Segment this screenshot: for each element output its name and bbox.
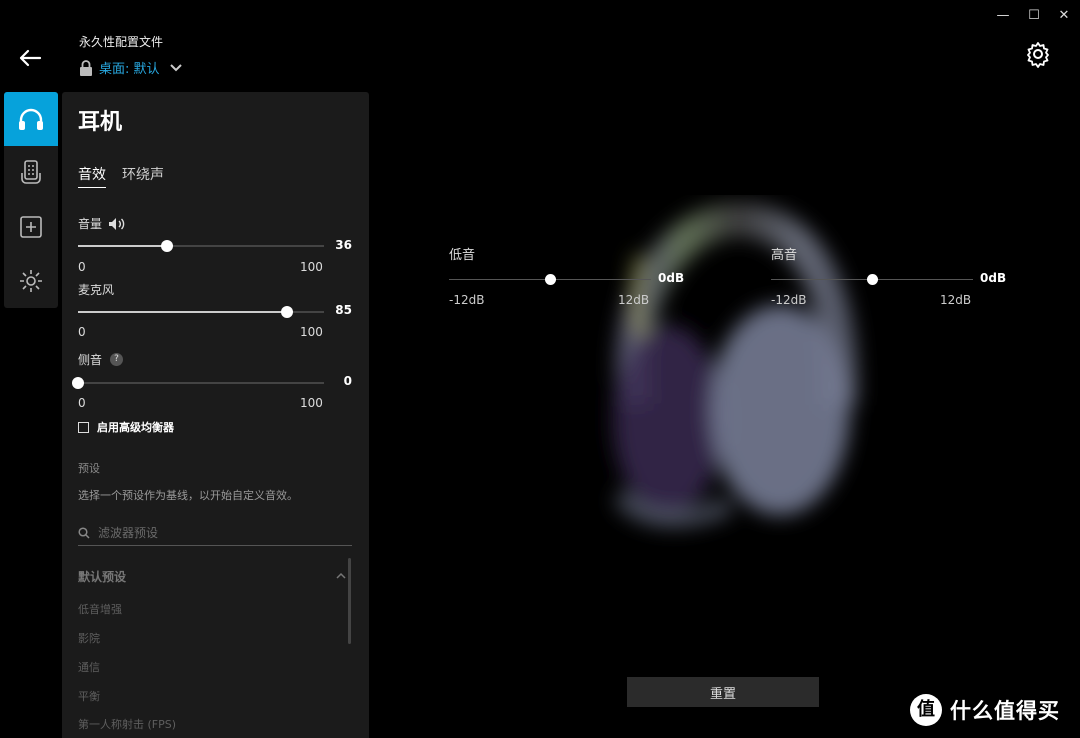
back-button[interactable] xyxy=(14,42,46,74)
volume-label: 音量 xyxy=(78,217,103,231)
treble-min: -12dB xyxy=(771,293,807,307)
rail-item-add[interactable] xyxy=(4,200,58,254)
close-button[interactable]: ✕ xyxy=(1050,6,1078,26)
chevron-up-icon xyxy=(336,572,346,579)
treble-max: 12dB xyxy=(940,293,972,307)
profile-title: 永久性配置文件 xyxy=(79,35,164,49)
rail-item-lighting[interactable] xyxy=(4,254,58,308)
preset-description: 选择一个预设作为基线，以开始自定义音效。 xyxy=(78,489,298,502)
sidetone-slider[interactable] xyxy=(72,377,324,389)
mic-slider[interactable] xyxy=(78,306,324,318)
advanced-eq-checkbox[interactable]: 启用高级均衡器 xyxy=(78,419,174,435)
search-placeholder: 滤波器预设 xyxy=(98,526,159,540)
watermark-logo-icon: 值 xyxy=(910,694,942,726)
device-nav-rail xyxy=(4,92,58,308)
volume-slider-thumb[interactable] xyxy=(161,240,173,252)
volume-max: 100 xyxy=(300,260,323,274)
mic-slider-thumb[interactable] xyxy=(281,306,293,318)
speaker-icon xyxy=(109,217,125,230)
sidetone-value: 0 xyxy=(343,374,352,388)
lock-icon xyxy=(80,59,92,76)
settings-button[interactable] xyxy=(1024,40,1052,68)
preset-group-header[interactable]: 默认预设 xyxy=(78,568,346,585)
rail-item-headphones[interactable] xyxy=(4,92,58,146)
tab-sound-effects[interactable]: 音效 xyxy=(78,164,106,188)
volume-slider[interactable] xyxy=(78,240,324,252)
chevron-down-icon xyxy=(169,63,182,71)
bass-value: 0dB xyxy=(658,271,685,285)
mic-max: 100 xyxy=(300,325,323,339)
checkbox-box[interactable] xyxy=(78,421,89,433)
profile-selector[interactable]: 桌面: 默认 xyxy=(79,58,182,77)
preset-item[interactable]: 平衡 xyxy=(78,688,100,704)
treble-value: 0dB xyxy=(980,271,1007,285)
sidetone-label: 侧音 xyxy=(78,353,103,367)
bass-slider-thumb[interactable] xyxy=(545,274,556,285)
preset-item[interactable]: 第一人称射击 (FPS) xyxy=(78,716,176,732)
preset-scrollbar[interactable] xyxy=(348,558,351,644)
watermark-text: 什么值得买 xyxy=(950,699,1060,723)
bass-min: -12dB xyxy=(449,293,485,307)
volume-label-row: 音量 xyxy=(78,215,126,232)
headphones-icon xyxy=(19,108,43,130)
arrow-left-icon xyxy=(19,49,42,67)
mic-slider-fill xyxy=(78,311,287,313)
preset-search-field[interactable]: 滤波器预设 xyxy=(78,520,352,546)
preset-item[interactable]: 低音增强 xyxy=(78,601,122,617)
panel-title: 耳机 xyxy=(78,110,123,135)
help-icon[interactable]: ? xyxy=(110,353,124,366)
volume-value: 36 xyxy=(335,238,352,252)
gear-icon xyxy=(1027,42,1049,68)
volume-slider-fill xyxy=(78,245,167,247)
minimize-button[interactable]: — xyxy=(989,6,1017,26)
treble-label: 高音 xyxy=(771,248,798,263)
headset-settings-panel: 耳机 音效 环绕声 音量 36 0 100 麦克风 85 0 100 侧音 ? … xyxy=(62,92,369,738)
advanced-eq-label: 启用高级均衡器 xyxy=(97,421,174,434)
volume-min: 0 xyxy=(78,260,86,274)
rail-item-device[interactable] xyxy=(4,146,58,200)
bass-slider[interactable] xyxy=(449,274,651,285)
mic-value: 85 xyxy=(335,303,352,317)
mic-min: 0 xyxy=(78,325,86,339)
device-remote-icon xyxy=(21,160,41,184)
reset-button[interactable]: 重置 xyxy=(627,677,819,707)
sidetone-label-row: 侧音 ? xyxy=(78,351,124,368)
bass-label: 低音 xyxy=(449,248,476,263)
tab-surround[interactable]: 环绕声 xyxy=(122,164,164,184)
search-icon xyxy=(78,526,90,539)
maximize-button[interactable]: ☐ xyxy=(1020,6,1048,26)
preset-item[interactable]: 通信 xyxy=(78,659,100,675)
headset-image xyxy=(580,195,880,555)
bass-max: 12dB xyxy=(618,293,650,307)
sidetone-min: 0 xyxy=(78,396,86,410)
watermark: 值 什么值得买 xyxy=(910,694,1060,726)
add-icon xyxy=(20,216,42,238)
lighting-icon xyxy=(20,270,42,292)
profile-selected-label: 桌面: 默认 xyxy=(99,62,160,77)
treble-slider[interactable] xyxy=(771,274,973,285)
preset-group-title: 默认预设 xyxy=(78,570,127,584)
mic-label: 麦克风 xyxy=(78,283,115,297)
sidetone-slider-thumb[interactable] xyxy=(72,377,84,389)
preset-heading: 预设 xyxy=(78,462,100,475)
sidetone-max: 100 xyxy=(300,396,323,410)
treble-slider-thumb[interactable] xyxy=(867,274,878,285)
preset-item[interactable]: 影院 xyxy=(78,630,100,646)
